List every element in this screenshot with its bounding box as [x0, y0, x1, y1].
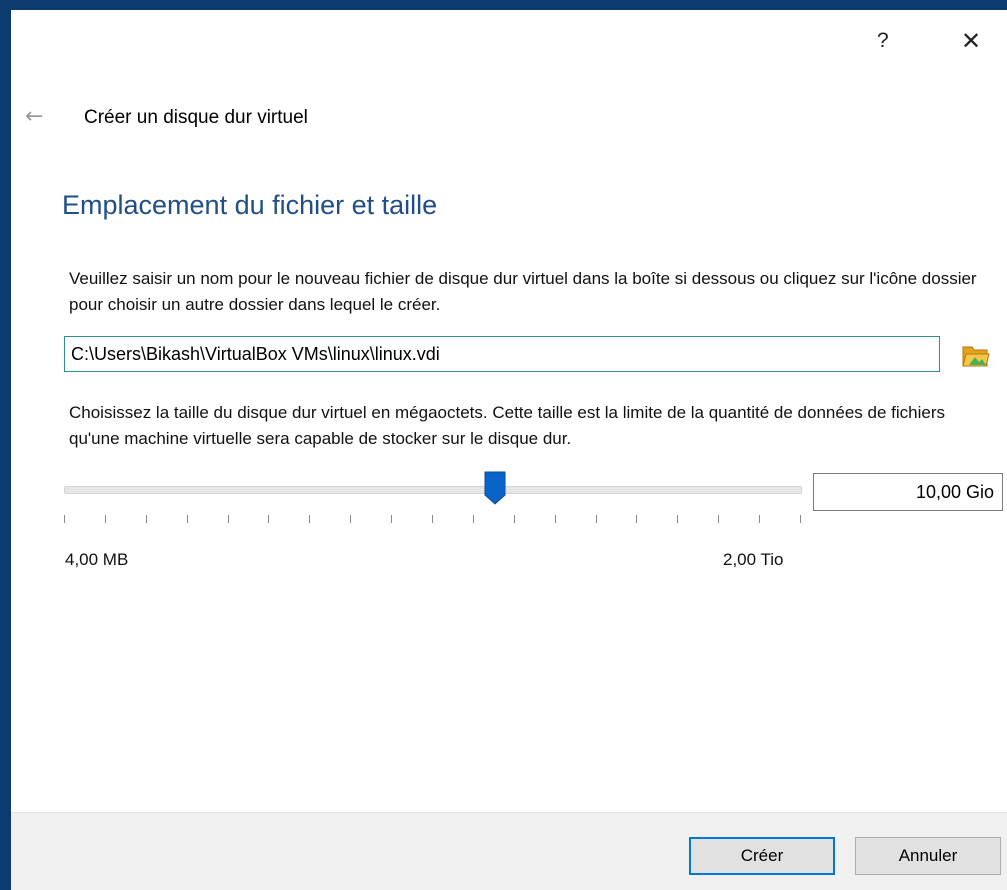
create-virtual-disk-dialog: ? ✕ ← Créer un disque dur virtuel Emplac…	[11, 10, 1007, 890]
slider-tick	[800, 515, 801, 523]
help-button[interactable]: ?	[877, 28, 889, 54]
slider-tick	[432, 515, 433, 523]
slider-ticks	[64, 515, 801, 527]
back-arrow-icon[interactable]: ←	[25, 104, 43, 129]
slider-tick	[554, 515, 556, 523]
slider-tick	[391, 515, 393, 523]
choose-folder-button[interactable]	[961, 341, 991, 369]
slider-tick	[759, 515, 761, 523]
slider-tick	[145, 515, 147, 523]
cancel-button[interactable]: Annuler	[855, 837, 1001, 875]
wizard-title: Créer un disque dur virtuel	[84, 107, 308, 128]
slider-tick	[350, 515, 352, 523]
slider-tick	[513, 515, 515, 523]
slider-thumb[interactable]	[484, 471, 506, 505]
disk-size-input[interactable]	[813, 473, 1003, 511]
slider-min-label: 4,00 MB	[65, 550, 129, 569]
size-description: Choisissez la taille du disque dur virtu…	[69, 403, 945, 448]
slider-handle-icon	[484, 471, 506, 505]
disk-size-slider[interactable]	[64, 486, 802, 494]
slider-tick	[64, 515, 65, 523]
slider-tick	[636, 515, 638, 523]
slider-max-label: 2,00 Tio	[723, 550, 784, 569]
slider-tick	[677, 515, 679, 523]
dialog-footer: Créer Annuler	[11, 812, 1007, 890]
slider-tick	[186, 515, 188, 523]
slider-tick	[104, 515, 106, 523]
slider-tick	[718, 515, 720, 523]
file-path-input[interactable]	[64, 336, 940, 372]
close-button[interactable]: ✕	[961, 28, 981, 54]
slider-tick	[595, 515, 597, 523]
folder-open-icon	[962, 346, 990, 367]
create-button[interactable]: Créer	[689, 837, 835, 875]
slider-tick	[309, 515, 311, 523]
slider-tick	[268, 515, 270, 523]
location-description: Veuillez saisir un nom pour le nouveau f…	[69, 269, 977, 314]
slider-tick	[227, 515, 229, 523]
slider-tick	[472, 515, 474, 523]
page-heading: Emplacement du fichier et taille	[62, 190, 438, 220]
